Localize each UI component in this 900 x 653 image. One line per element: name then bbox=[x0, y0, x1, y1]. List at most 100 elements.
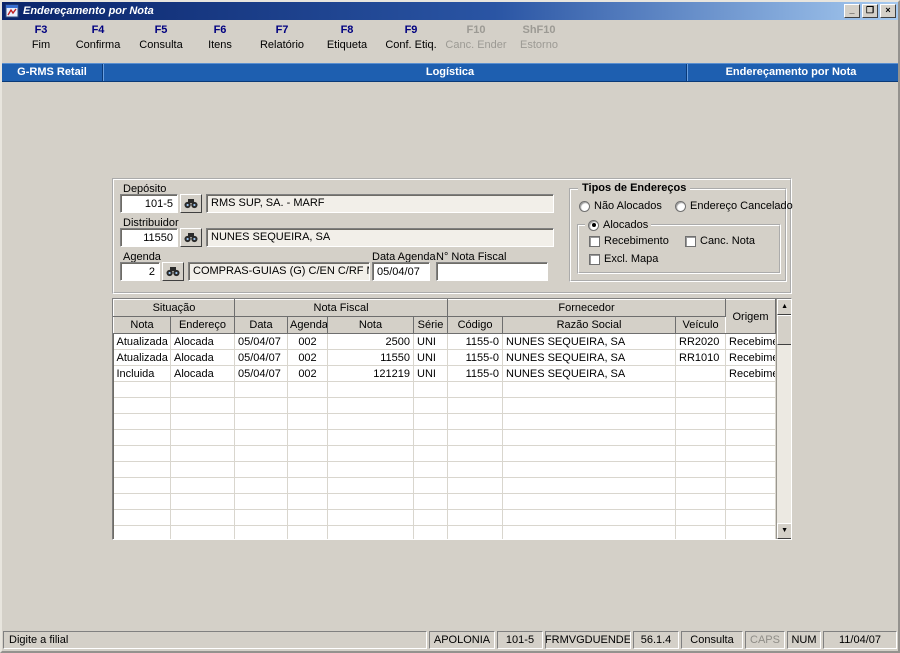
checkbox-canc-nota[interactable]: Canc. Nota bbox=[685, 235, 755, 247]
grid-cell[interactable] bbox=[413, 381, 449, 398]
vertical-scrollbar[interactable]: ▲ ▼ bbox=[776, 299, 791, 539]
grid-cell[interactable] bbox=[234, 493, 288, 510]
grid-cell[interactable] bbox=[502, 525, 677, 539]
grid-cell[interactable] bbox=[413, 477, 449, 494]
grid-cell[interactable]: Recebimento bbox=[725, 365, 777, 382]
grid-cell[interactable] bbox=[447, 477, 504, 494]
grid-cell[interactable] bbox=[725, 381, 777, 398]
grid-cell[interactable] bbox=[675, 397, 727, 414]
grid-cell[interactable] bbox=[170, 445, 235, 462]
grid-cell[interactable] bbox=[113, 445, 171, 462]
grid-cell[interactable]: 121219 bbox=[327, 365, 414, 382]
grid-cell[interactable]: Alocada bbox=[170, 365, 235, 382]
grid-row[interactable] bbox=[113, 493, 777, 510]
grid-cell[interactable] bbox=[725, 509, 777, 526]
grid-cell[interactable]: 11550 bbox=[327, 349, 414, 366]
scroll-up-icon[interactable]: ▲ bbox=[777, 299, 791, 315]
grid-cell[interactable] bbox=[502, 413, 677, 430]
grid-cell[interactable]: Alocada bbox=[170, 349, 235, 366]
grid-cell[interactable] bbox=[502, 429, 677, 446]
grid-cell[interactable] bbox=[170, 509, 235, 526]
maximize-icon[interactable]: ❐ bbox=[862, 4, 878, 18]
grid-cell[interactable] bbox=[327, 413, 414, 430]
grid-cell[interactable]: UNI bbox=[413, 365, 449, 382]
grid-cell[interactable] bbox=[287, 413, 328, 430]
grid-cell[interactable] bbox=[170, 397, 235, 414]
grid-row[interactable]: Atualizada Alocada 05/04/07 002 2500 UNI 1155-… bbox=[113, 333, 777, 350]
radio-nao-alocados[interactable]: Não Alocados bbox=[579, 200, 662, 212]
toolbar-item-f8[interactable]: F8 Etiqueta bbox=[316, 24, 378, 63]
grid-cell[interactable] bbox=[170, 381, 235, 398]
grid-cell[interactable] bbox=[413, 525, 449, 539]
toolbar-item-f4[interactable]: F4 Confirma bbox=[66, 24, 130, 63]
grid-cell[interactable]: Atualizada bbox=[113, 333, 171, 350]
grid-cell[interactable] bbox=[287, 461, 328, 478]
scroll-down-icon[interactable]: ▼ bbox=[777, 523, 791, 539]
grid-cell[interactable] bbox=[447, 413, 504, 430]
data-agenda-input[interactable] bbox=[372, 262, 430, 281]
grid-cell[interactable]: 1155-0 bbox=[447, 349, 504, 366]
grid-cell[interactable]: Alocada bbox=[170, 333, 235, 350]
deposito-lookup-button[interactable] bbox=[180, 194, 202, 213]
grid-cell[interactable] bbox=[447, 493, 504, 510]
grid-cell[interactable] bbox=[447, 445, 504, 462]
grid-cell[interactable]: 1155-0 bbox=[447, 333, 504, 350]
grid-row[interactable]: Atualizada Alocada 05/04/07 002 11550 UNI 1155… bbox=[113, 349, 777, 366]
grid-cell[interactable]: 002 bbox=[287, 349, 328, 366]
grid-cell[interactable] bbox=[113, 477, 171, 494]
grid-cell[interactable] bbox=[447, 509, 504, 526]
grid-cell[interactable] bbox=[725, 429, 777, 446]
grid-cell[interactable]: 1155-0 bbox=[447, 365, 504, 382]
grid-cell[interactable] bbox=[170, 493, 235, 510]
grid-cell[interactable]: NUNES SEQUEIRA, SA bbox=[502, 349, 677, 366]
grid-cell[interactable] bbox=[234, 429, 288, 446]
grid-cell[interactable] bbox=[287, 477, 328, 494]
deposito-code-input[interactable] bbox=[120, 194, 178, 213]
checkbox-recebimento[interactable]: Recebimento bbox=[589, 235, 669, 247]
grid-cell[interactable]: 05/04/07 bbox=[234, 365, 288, 382]
grid-cell[interactable]: 05/04/07 bbox=[234, 333, 288, 350]
grid-cell[interactable] bbox=[502, 477, 677, 494]
grid-cell[interactable] bbox=[502, 493, 677, 510]
grid-row[interactable] bbox=[113, 477, 777, 494]
checkbox-excl-mapa[interactable]: Excl. Mapa bbox=[589, 253, 658, 265]
grid-cell[interactable] bbox=[113, 461, 171, 478]
grid-cell[interactable] bbox=[502, 461, 677, 478]
grid-cell[interactable]: 002 bbox=[287, 365, 328, 382]
grid-row[interactable] bbox=[113, 461, 777, 478]
grid-cell[interactable] bbox=[327, 445, 414, 462]
grid-cell[interactable] bbox=[287, 493, 328, 510]
grid-cell[interactable]: UNI bbox=[413, 333, 449, 350]
grid-cell[interactable] bbox=[287, 509, 328, 526]
grid-cell[interactable] bbox=[327, 397, 414, 414]
grid-cell[interactable] bbox=[113, 493, 171, 510]
grid-cell[interactable] bbox=[170, 429, 235, 446]
grid-cell[interactable] bbox=[113, 381, 171, 398]
grid-cell[interactable] bbox=[170, 525, 235, 539]
grid-row[interactable] bbox=[113, 509, 777, 526]
grid-cell[interactable]: NUNES SEQUEIRA, SA bbox=[502, 365, 677, 382]
scrollbar-track[interactable] bbox=[777, 345, 791, 523]
grid-cell[interactable] bbox=[725, 493, 777, 510]
grid-cell[interactable] bbox=[413, 509, 449, 526]
grid-cell[interactable] bbox=[327, 509, 414, 526]
grid-cell[interactable] bbox=[234, 445, 288, 462]
grid-cell[interactable] bbox=[675, 445, 727, 462]
grid-cell[interactable] bbox=[413, 461, 449, 478]
grid-cell[interactable] bbox=[170, 477, 235, 494]
grid-cell[interactable] bbox=[675, 493, 727, 510]
grid-cell[interactable] bbox=[675, 461, 727, 478]
grid-cell[interactable] bbox=[413, 445, 449, 462]
grid-cell[interactable] bbox=[287, 445, 328, 462]
grid-cell[interactable] bbox=[725, 477, 777, 494]
grid-cell[interactable] bbox=[287, 429, 328, 446]
grid-cell[interactable] bbox=[447, 429, 504, 446]
grid-cell[interactable] bbox=[502, 381, 677, 398]
grid-cell[interactable] bbox=[234, 525, 288, 539]
grid-cell[interactable]: UNI bbox=[413, 349, 449, 366]
grid-cell[interactable] bbox=[447, 381, 504, 398]
distribuidor-lookup-button[interactable] bbox=[180, 228, 202, 247]
grid-row[interactable] bbox=[113, 381, 777, 398]
grid-cell[interactable] bbox=[113, 397, 171, 414]
grid-cell[interactable] bbox=[675, 365, 727, 382]
